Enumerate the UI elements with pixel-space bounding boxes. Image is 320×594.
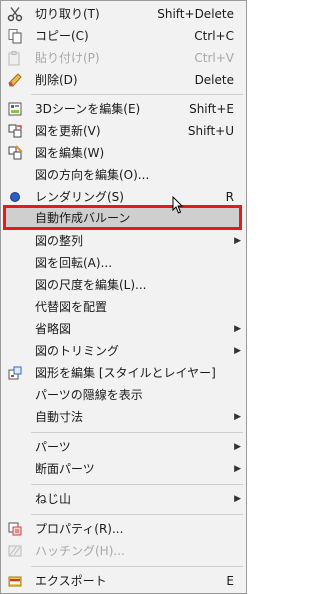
menu-separator bbox=[31, 432, 243, 433]
menu-item-edit-view-orientation[interactable]: 図の方向を編集(O)... bbox=[1, 164, 246, 186]
menu-item-label: 自動寸法 bbox=[35, 410, 84, 424]
menu-item-label: 図形を編集 [スタイルとレイヤー] bbox=[35, 366, 216, 380]
submenu-arrow-icon: ▶ bbox=[234, 442, 241, 452]
properties-icon bbox=[8, 522, 22, 536]
submenu-arrow-icon: ▶ bbox=[234, 494, 241, 504]
menu-item-label: 図を編集(W) bbox=[35, 146, 105, 160]
menu-separator bbox=[31, 566, 243, 567]
cut-icon bbox=[7, 7, 23, 22]
export-icon bbox=[8, 576, 22, 587]
menu-item-label: エクスポート bbox=[35, 574, 107, 588]
menu-item-label: 貼り付け(P) bbox=[35, 51, 100, 65]
shortcut-text: Shift+E bbox=[189, 102, 234, 116]
menu-separator bbox=[31, 94, 243, 95]
menu-item-delete[interactable]: 削除(D) Delete bbox=[1, 69, 246, 91]
menu-item-label: 省略図 bbox=[35, 322, 72, 336]
menu-item-edit-view[interactable]: 図を編集(W) bbox=[1, 142, 246, 164]
shortcut-text: Shift+Delete bbox=[157, 7, 234, 21]
paste-icon bbox=[8, 51, 20, 66]
menu-item-parts[interactable]: パーツ ▶ bbox=[1, 436, 246, 458]
hatching-icon bbox=[8, 545, 22, 557]
menu-item-section-parts[interactable]: 断面パーツ ▶ bbox=[1, 458, 246, 480]
edit-view-icon bbox=[8, 145, 23, 160]
submenu-arrow-icon: ▶ bbox=[234, 346, 241, 356]
menu-item-label: 自動作成バルーン bbox=[35, 211, 131, 225]
menu-item-edit-3d-scene[interactable]: 3Dシーンを編集(E) Shift+E bbox=[1, 98, 246, 120]
menu-item-align-views[interactable]: 図の整列 ▶ bbox=[1, 230, 246, 252]
menu-item-label: ねじ山 bbox=[35, 492, 72, 506]
shortcut-text: Delete bbox=[194, 73, 234, 87]
menu-item-copy[interactable]: コピー(C) Ctrl+C bbox=[1, 25, 246, 47]
submenu-arrow-icon: ▶ bbox=[234, 236, 241, 246]
rendering-icon bbox=[10, 192, 20, 202]
menu-item-edit-view-scale[interactable]: 図の尺度を編集(L)... bbox=[1, 274, 246, 296]
shortcut-text: Ctrl+C bbox=[194, 29, 234, 43]
menu-item-edit-shape-style-layer[interactable]: 図形を編集 [スタイルとレイヤー] bbox=[1, 362, 246, 384]
context-menu: 切り取り(T) Shift+Delete コピー(C) Ctrl+C 貼り付け(… bbox=[0, 0, 247, 594]
menu-item-paste[interactable]: 貼り付け(P) Ctrl+V bbox=[1, 47, 246, 69]
menu-item-label: 切り取り(T) bbox=[35, 7, 100, 21]
menu-item-label: プロパティ(R)... bbox=[35, 522, 124, 536]
menu-item-broken-view[interactable]: 省略図 ▶ bbox=[1, 318, 246, 340]
menu-separator bbox=[31, 484, 243, 485]
menu-item-thread[interactable]: ねじ山 ▶ bbox=[1, 488, 246, 510]
submenu-arrow-icon: ▶ bbox=[234, 412, 241, 422]
menu-item-label: パーツ bbox=[35, 440, 71, 454]
menu-item-export[interactable]: エクスポート E bbox=[1, 570, 246, 592]
menu-item-label: 3Dシーンを編集(E) bbox=[35, 102, 141, 116]
mouse-cursor-icon bbox=[172, 196, 184, 214]
update-view-icon bbox=[8, 124, 22, 138]
menu-item-hatching[interactable]: ハッチング(H)... bbox=[1, 540, 246, 562]
copy-icon bbox=[8, 29, 22, 44]
submenu-arrow-icon: ▶ bbox=[234, 464, 241, 474]
eraser-icon bbox=[8, 73, 22, 87]
menu-item-label: 図の整列 bbox=[35, 234, 84, 248]
menu-item-label: ハッチング(H)... bbox=[35, 544, 125, 558]
menu-item-label: パーツの隠線を表示 bbox=[35, 388, 143, 402]
menu-separator bbox=[31, 514, 243, 515]
menu-item-label: 図のトリミング bbox=[35, 344, 120, 358]
menu-item-auto-balloon[interactable]: 自動作成バルーン bbox=[1, 207, 246, 229]
menu-item-update-view[interactable]: 図を更新(V) Shift+U bbox=[1, 120, 246, 142]
menu-item-label: 図の方向を編集(O)... bbox=[35, 168, 150, 182]
submenu-arrow-icon: ▶ bbox=[234, 324, 241, 334]
menu-item-rotate-view[interactable]: 図を回転(A)... bbox=[1, 252, 246, 274]
menu-item-cut[interactable]: 切り取り(T) Shift+Delete bbox=[1, 3, 246, 25]
menu-item-label: 代替図を配置 bbox=[35, 300, 108, 314]
shortcut-text: Ctrl+V bbox=[194, 51, 234, 65]
menu-item-label: コピー(C) bbox=[35, 29, 89, 43]
shortcut-text: E bbox=[226, 574, 234, 588]
shape-edit-icon bbox=[8, 366, 22, 380]
3d-scene-icon bbox=[8, 102, 22, 116]
shortcut-text: Shift+U bbox=[187, 124, 234, 138]
menu-item-label: 図を更新(V) bbox=[35, 124, 101, 138]
menu-item-show-hidden-lines[interactable]: パーツの隠線を表示 bbox=[1, 384, 246, 406]
menu-item-label: 図の尺度を編集(L)... bbox=[35, 278, 147, 292]
menu-item-label: 断面パーツ bbox=[35, 462, 95, 476]
menu-item-auto-dimension[interactable]: 自動寸法 ▶ bbox=[1, 406, 246, 428]
menu-item-place-alternate-view[interactable]: 代替図を配置 bbox=[1, 296, 246, 318]
menu-item-trim-view[interactable]: 図のトリミング ▶ bbox=[1, 340, 246, 362]
menu-item-properties[interactable]: プロパティ(R)... bbox=[1, 518, 246, 540]
menu-item-label: 削除(D) bbox=[35, 73, 78, 87]
menu-item-label: 図を回転(A)... bbox=[35, 256, 113, 270]
